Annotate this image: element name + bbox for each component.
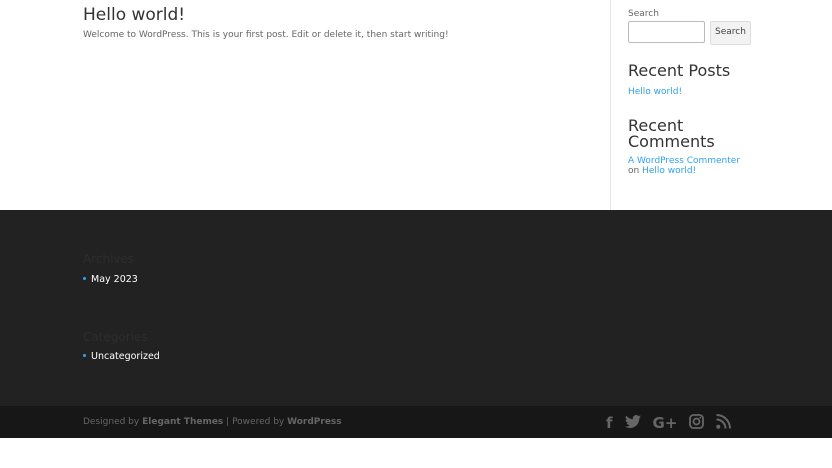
recent-post-link[interactable]: Hello world! (628, 87, 682, 97)
search-input[interactable] (628, 21, 705, 43)
comment-author-link[interactable]: A WordPress Commenter (628, 156, 740, 166)
category-item-label: Uncategorized (91, 351, 160, 362)
google-plus-icon[interactable]: G+ (653, 415, 678, 431)
elegant-themes-link[interactable]: Elegant Themes (142, 417, 223, 427)
archive-item[interactable]: May 2023 (83, 274, 138, 285)
post-excerpt: Welcome to WordPress. This is your first… (83, 30, 449, 40)
bullet-icon (83, 277, 86, 280)
search-button[interactable]: Search (710, 21, 751, 45)
sidebar-divider (610, 0, 611, 210)
footer-credits: Designed by Elegant Themes | Powered by … (83, 417, 342, 427)
post-title[interactable]: Hello world! (83, 5, 185, 25)
rss-icon[interactable] (716, 414, 732, 432)
facebook-icon[interactable]: f (606, 415, 613, 431)
social-icons: f G+ (606, 414, 732, 432)
categories-title: Categories (83, 330, 148, 344)
wordpress-link[interactable]: WordPress (287, 417, 342, 427)
archive-item-label: May 2023 (91, 274, 138, 285)
recent-posts-title: Recent Posts (628, 61, 731, 80)
search-label: Search (628, 9, 659, 19)
recent-comment-item: A WordPress Commenter on Hello world! (628, 156, 753, 176)
footer-widgets: Archives May 2023 Categories Uncategoriz… (0, 210, 832, 406)
archives-title: Archives (83, 252, 135, 266)
comment-post-link[interactable]: Hello world! (642, 166, 696, 176)
category-item[interactable]: Uncategorized (83, 351, 160, 362)
twitter-icon[interactable] (624, 414, 641, 432)
designed-by-text: Designed by (83, 417, 140, 427)
powered-by-text: | Powered by (226, 417, 285, 427)
instagram-icon[interactable] (689, 414, 705, 432)
footer-bottom-bar: Designed by Elegant Themes | Powered by … (0, 406, 832, 438)
comment-on-text: on (628, 166, 640, 176)
recent-comments-title: Recent Comments (628, 116, 715, 151)
bullet-icon (83, 354, 86, 357)
page-bottom-space (0, 438, 832, 468)
main-content: Hello world! Welcome to WordPress. This … (0, 0, 832, 210)
